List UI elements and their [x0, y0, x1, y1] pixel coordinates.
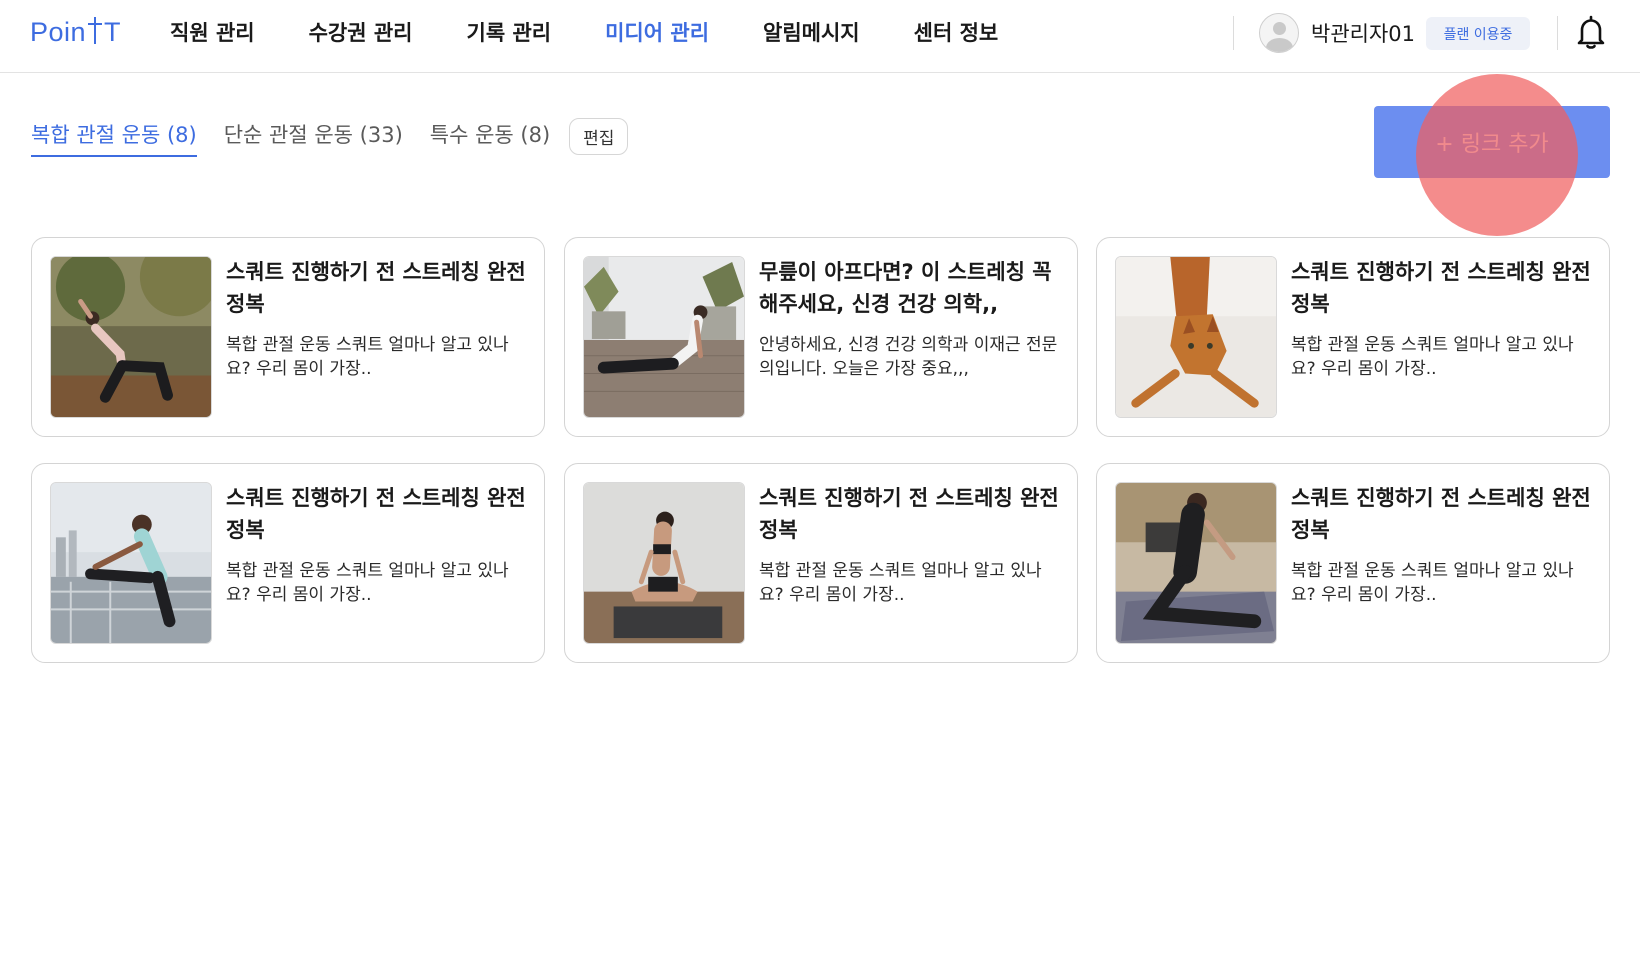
- add-link-button[interactable]: + 링크 추가: [1374, 106, 1610, 178]
- nav-item-staff[interactable]: 직원 관리: [170, 17, 255, 47]
- nav-item-center-info[interactable]: 센터 정보: [914, 17, 999, 47]
- plan-status-badge: 플랜 이용중: [1426, 17, 1530, 50]
- card-title: 스쿼트 진행하기 전 스트레칭 완전 정복: [1291, 486, 1591, 542]
- main-nav: 직원 관리 수강권 관리 기록 관리 미디어 관리 알림메시지 센터 정보: [170, 14, 1052, 50]
- media-card[interactable]: 스쿼트 진행하기 전 스트레칭 완전 정복 복합 관절 운동 스쿼트 얼마나 알…: [31, 463, 545, 663]
- card-thumbnail: [583, 482, 745, 644]
- card-title: 스쿼트 진행하기 전 스트레칭 완전 정복: [226, 260, 526, 316]
- bell-icon[interactable]: [1576, 14, 1606, 50]
- nav-item-media[interactable]: 미디어 관리: [605, 17, 709, 47]
- card-title: 무릎이 아프다면? 이 스트레칭 꼭 해주세요, 신경 건강 의학,,: [759, 260, 1052, 316]
- card-description: 복합 관절 운동 스쿼트 얼마나 알고 있나요? 우리 몸이 가장..: [1291, 561, 1574, 605]
- card-title: 스쿼트 진행하기 전 스트레칭 완전 정복: [1291, 260, 1591, 316]
- card-thumbnail: [583, 256, 745, 418]
- media-card[interactable]: 스쿼트 진행하기 전 스트레칭 완전 정복 복합 관절 운동 스쿼트 얼마나 알…: [1096, 237, 1610, 437]
- card-description: 복합 관절 운동 스쿼트 얼마나 알고 있나요? 우리 몸이 가장..: [759, 561, 1042, 605]
- logo-text-right: T: [104, 17, 122, 47]
- card-description: 복합 관절 운동 스쿼트 얼마나 알고 있나요? 우리 몸이 가장..: [1291, 335, 1574, 379]
- media-card[interactable]: 스쿼트 진행하기 전 스트레칭 완전 정복 복합 관절 운동 스쿼트 얼마나 알…: [1096, 463, 1610, 663]
- media-card[interactable]: 무릎이 아프다면? 이 스트레칭 꼭 해주세요, 신경 건강 의학,, 안녕하세…: [564, 237, 1078, 437]
- avatar[interactable]: [1259, 13, 1299, 53]
- logo-text-left: Poin: [30, 17, 87, 47]
- media-card[interactable]: 스쿼트 진행하기 전 스트레칭 완전 정복 복합 관절 운동 스쿼트 얼마나 알…: [31, 237, 545, 437]
- top-header: Poin T 직원 관리 수강권 관리 기록 관리 미디어 관리 알림메시지 센…: [0, 0, 1640, 73]
- card-title: 스쿼트 진행하기 전 스트레칭 완전 정복: [226, 486, 526, 542]
- edit-button[interactable]: 편집: [569, 118, 629, 155]
- card-description: 복합 관절 운동 스쿼트 얼마나 알고 있나요? 우리 몸이 가장..: [226, 561, 509, 605]
- logo[interactable]: Poin T: [30, 14, 121, 50]
- card-thumbnail: [50, 256, 212, 418]
- nav-item-passes[interactable]: 수강권 관리: [309, 17, 413, 47]
- header-divider: [1557, 16, 1558, 50]
- tab-simple-joint[interactable]: 단순 관절 운동 (33): [224, 118, 403, 152]
- tab-special[interactable]: 특수 운동 (8): [430, 118, 550, 152]
- card-thumbnail: [1115, 482, 1277, 644]
- category-tabs: 복합 관절 운동 (8) 단순 관절 운동 (33) 특수 운동 (8) 편집: [31, 118, 629, 160]
- card-thumbnail: [50, 482, 212, 644]
- card-description: 복합 관절 운동 스쿼트 얼마나 알고 있나요? 우리 몸이 가장..: [226, 335, 509, 379]
- header-divider: [1233, 16, 1234, 50]
- card-description: 안녕하세요, 신경 건강 의학과 이재근 전문의입니다. 오늘은 가장 중요,,…: [759, 335, 1058, 379]
- card-title: 스쿼트 진행하기 전 스트레칭 완전 정복: [759, 486, 1059, 542]
- nav-item-notifications[interactable]: 알림메시지: [763, 17, 860, 47]
- card-thumbnail: [1115, 256, 1277, 418]
- nav-item-records[interactable]: 기록 관리: [467, 17, 552, 47]
- tab-compound-joint[interactable]: 복합 관절 운동 (8): [31, 118, 197, 157]
- media-card[interactable]: 스쿼트 진행하기 전 스트레칭 완전 정복 복합 관절 운동 스쿼트 얼마나 알…: [564, 463, 1078, 663]
- logo-plus-icon: [86, 14, 104, 50]
- user-name[interactable]: 박관리자01: [1311, 18, 1415, 48]
